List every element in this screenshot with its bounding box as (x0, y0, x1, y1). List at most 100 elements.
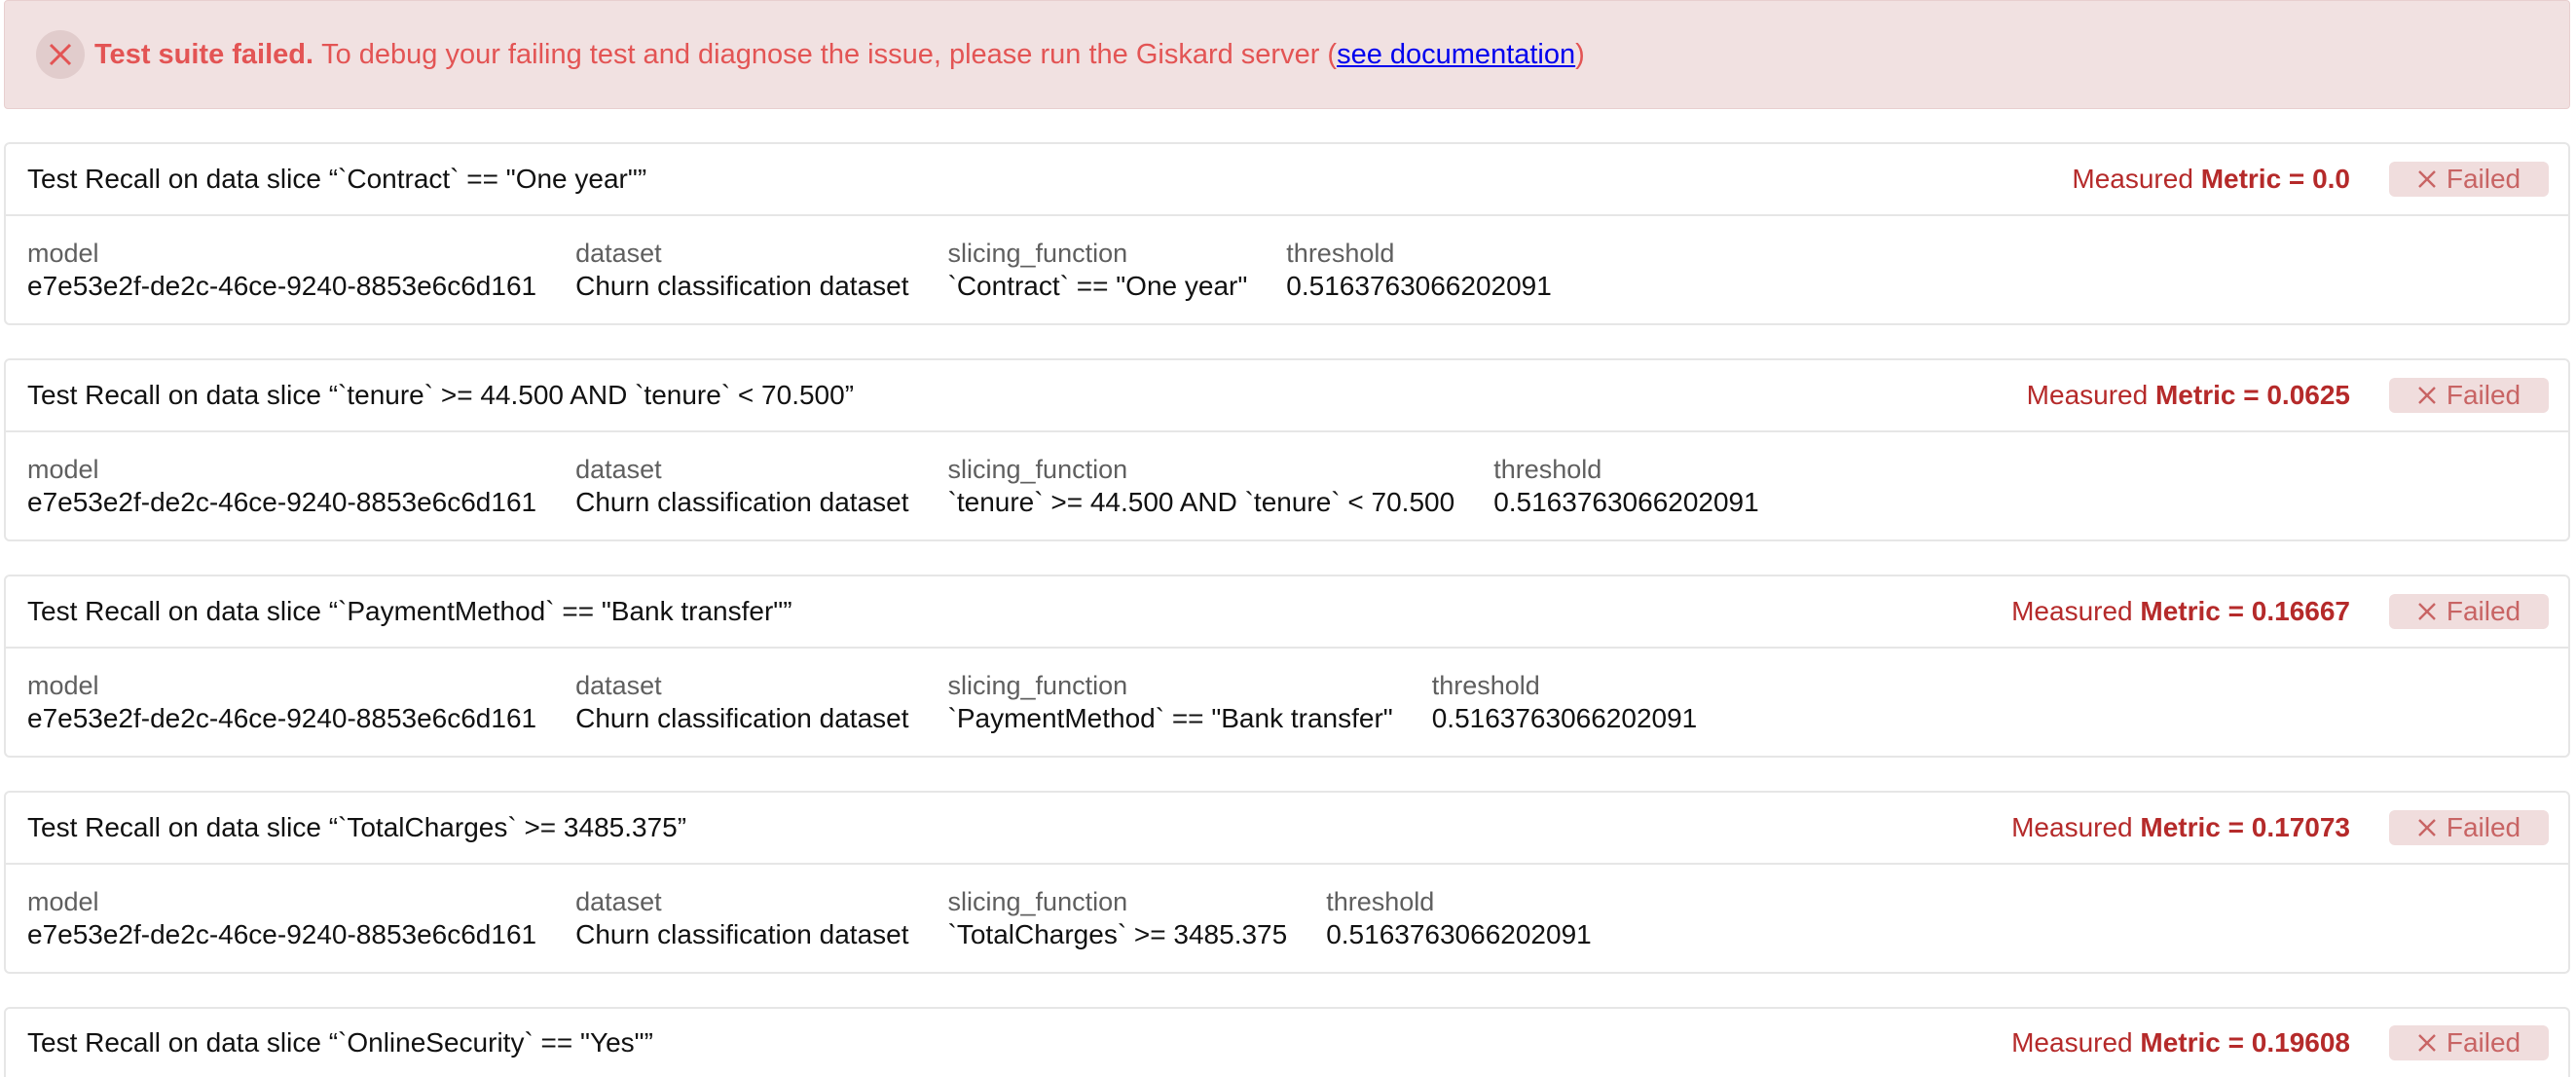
param-label: slicing_function (947, 887, 1128, 916)
param-label: dataset (575, 887, 662, 916)
param-label: model (27, 671, 99, 700)
test-title: Test Recall on data slice “`OnlineSecuri… (27, 1027, 653, 1058)
measured-metric: Measured Metric = 0.19608 (2011, 1027, 2350, 1058)
param-value: Churn classification dataset (575, 919, 909, 949)
close-icon (2418, 603, 2436, 620)
test-card: Test Recall on data slice “`TotalCharges… (4, 791, 2570, 974)
param-label: threshold (1431, 671, 1540, 700)
param-model: model e7e53e2f-de2c-46ce-9240-8853e6c6d1… (27, 670, 536, 756)
banner-title: Test suite failed. (94, 38, 314, 70)
test-params: model e7e53e2f-de2c-46ce-9240-8853e6c6d1… (6, 216, 2568, 323)
param-value: 0.5163763066202091 (1493, 487, 1759, 517)
failed-badge: Failed (2389, 378, 2549, 413)
param-label: threshold (1326, 887, 1435, 916)
test-params: model e7e53e2f-de2c-46ce-9240-8853e6c6d1… (6, 649, 2568, 756)
metric-value: Metric = 0.17073 (2140, 812, 2350, 842)
banner-message-end: ) (1575, 38, 1585, 70)
param-label: slicing_function (947, 671, 1128, 700)
close-circle-icon (36, 30, 85, 79)
metric-value: Metric = 0.0625 (2154, 380, 2350, 410)
param-value: Churn classification dataset (575, 487, 909, 517)
failed-badge: Failed (2389, 1025, 2549, 1060)
failed-label: Failed (2446, 1027, 2521, 1058)
param-slicing-function: slicing_function `tenure` >= 44.500 AND … (948, 454, 1455, 539)
measured-label: Measured (2011, 1027, 2133, 1058)
param-value: `PaymentMethod` == "Bank transfer" (947, 703, 1393, 733)
test-card-header: Test Recall on data slice “`TotalCharges… (6, 793, 2568, 865)
param-label: model (27, 887, 99, 916)
test-params: model e7e53e2f-de2c-46ce-9240-8853e6c6d1… (6, 432, 2568, 539)
param-threshold: threshold 0.5163763066202091 (1286, 238, 1552, 323)
close-icon (2418, 1034, 2436, 1052)
param-value: Churn classification dataset (575, 271, 909, 301)
param-label: slicing_function (947, 239, 1128, 268)
failed-badge: Failed (2389, 162, 2549, 197)
measured-metric: Measured Metric = 0.16667 (2011, 596, 2350, 627)
measured-metric: Measured Metric = 0.0 (2072, 164, 2350, 195)
test-params: model e7e53e2f-de2c-46ce-9240-8853e6c6d1… (6, 865, 2568, 972)
param-slicing-function: slicing_function `PaymentMethod` == "Ban… (948, 670, 1393, 756)
param-label: slicing_function (947, 455, 1128, 484)
test-card-header: Test Recall on data slice “`PaymentMetho… (6, 576, 2568, 649)
test-card-header: Test Recall on data slice “`OnlineSecuri… (6, 1009, 2568, 1077)
param-value: e7e53e2f-de2c-46ce-9240-8853e6c6d161 (27, 919, 537, 949)
param-model: model e7e53e2f-de2c-46ce-9240-8853e6c6d1… (27, 238, 536, 323)
test-card: Test Recall on data slice “`Contract` ==… (4, 142, 2570, 325)
failed-badge: Failed (2389, 810, 2549, 845)
param-label: threshold (1286, 239, 1395, 268)
param-slicing-function: slicing_function `Contract` == "One year… (948, 238, 1248, 323)
measured-metric: Measured Metric = 0.0625 (2027, 380, 2350, 411)
close-icon (2418, 819, 2436, 836)
metric-value: Metric = 0.0 (2200, 164, 2350, 194)
param-value: e7e53e2f-de2c-46ce-9240-8853e6c6d161 (27, 487, 537, 517)
failed-badge: Failed (2389, 594, 2549, 629)
param-value: 0.5163763066202091 (1326, 919, 1592, 949)
failed-label: Failed (2446, 596, 2521, 626)
metric-value: Metric = 0.19608 (2140, 1027, 2350, 1058)
measured-label: Measured (2026, 380, 2149, 410)
param-threshold: threshold 0.5163763066202091 (1326, 886, 1592, 972)
test-title: Test Recall on data slice “`Contract` ==… (27, 164, 647, 194)
close-icon (2418, 170, 2436, 188)
param-value: `Contract` == "One year" (947, 271, 1248, 301)
test-card: Test Recall on data slice “`OnlineSecuri… (4, 1007, 2570, 1077)
param-dataset: dataset Churn classification dataset (575, 238, 908, 323)
failed-label: Failed (2446, 812, 2521, 842)
test-card-header: Test Recall on data slice “`tenure` >= 4… (6, 360, 2568, 432)
param-slicing-function: slicing_function `TotalCharges` >= 3485.… (948, 886, 1288, 972)
param-label: dataset (575, 239, 662, 268)
param-value: `TotalCharges` >= 3485.375 (947, 919, 1288, 949)
param-value: 0.5163763066202091 (1431, 703, 1698, 733)
metric-value: Metric = 0.16667 (2140, 596, 2350, 626)
param-value: e7e53e2f-de2c-46ce-9240-8853e6c6d161 (27, 703, 537, 733)
test-title: Test Recall on data slice “`TotalCharges… (27, 812, 687, 842)
param-label: threshold (1493, 455, 1602, 484)
param-value: `tenure` >= 44.500 AND `tenure` < 70.500 (947, 487, 1455, 517)
test-card: Test Recall on data slice “`tenure` >= 4… (4, 358, 2570, 541)
param-threshold: threshold 0.5163763066202091 (1432, 670, 1698, 756)
failed-label: Failed (2446, 164, 2521, 194)
measured-label: Measured (2072, 164, 2193, 194)
param-label: model (27, 239, 99, 268)
param-model: model e7e53e2f-de2c-46ce-9240-8853e6c6d1… (27, 886, 536, 972)
measured-label: Measured (2011, 812, 2133, 842)
param-threshold: threshold 0.5163763066202091 (1493, 454, 1759, 539)
close-icon (2418, 387, 2436, 404)
banner-message: To debug your failing test and diagnose … (321, 38, 1338, 70)
measured-label: Measured (2011, 596, 2133, 626)
test-title: Test Recall on data slice “`tenure` >= 4… (27, 380, 855, 410)
param-value: Churn classification dataset (575, 703, 909, 733)
measured-metric: Measured Metric = 0.17073 (2011, 812, 2350, 843)
param-label: dataset (575, 455, 662, 484)
param-dataset: dataset Churn classification dataset (575, 454, 908, 539)
param-value: 0.5163763066202091 (1286, 271, 1552, 301)
documentation-link[interactable]: see documentation (1337, 39, 1575, 71)
param-label: model (27, 455, 99, 484)
param-dataset: dataset Churn classification dataset (575, 670, 908, 756)
test-card: Test Recall on data slice “`PaymentMetho… (4, 575, 2570, 758)
test-card-header: Test Recall on data slice “`Contract` ==… (6, 144, 2568, 216)
failure-banner: Test suite failed. To debug your failing… (4, 0, 2570, 109)
param-model: model e7e53e2f-de2c-46ce-9240-8853e6c6d1… (27, 454, 536, 539)
param-value: e7e53e2f-de2c-46ce-9240-8853e6c6d161 (27, 271, 537, 301)
failed-label: Failed (2446, 380, 2521, 410)
